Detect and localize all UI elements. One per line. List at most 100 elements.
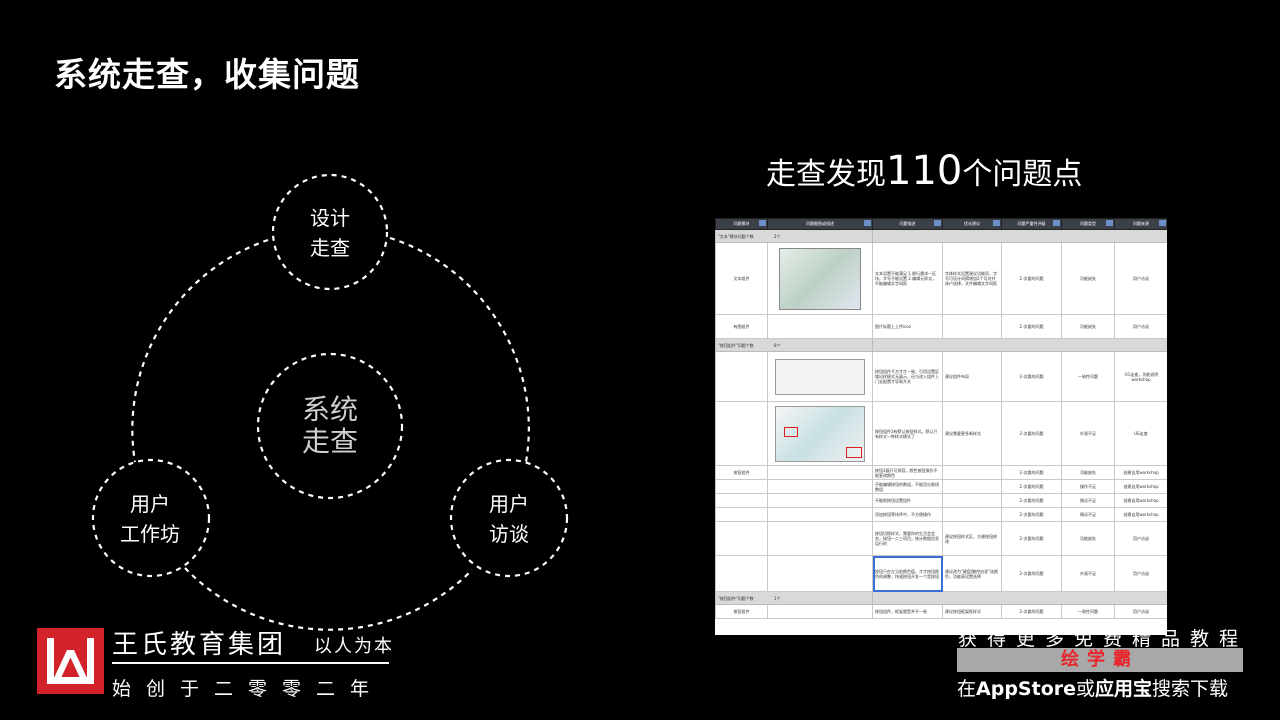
suggestion-cell[interactable]: 建议改为"键盘/触控启发"选颜色，功能表设置选择	[942, 555, 1002, 592]
description-cell[interactable]: 按钮只在左当前颜色值，才才按钮颜色的调整，快速按钮开发一个是按钮	[872, 555, 943, 592]
severity-cell[interactable]: 2-次要的问题	[1001, 465, 1062, 480]
screenshot-cell[interactable]	[767, 242, 873, 315]
screenshot-cell[interactable]	[767, 465, 873, 480]
column-header[interactable]: 问题来源	[1114, 218, 1167, 230]
column-header[interactable]: 问题类型	[1061, 218, 1115, 230]
description-cell[interactable]: 按钮组件，框架就是并不一致	[872, 604, 943, 619]
type-cell[interactable]: 功能缺失	[1061, 521, 1115, 556]
suggestion-cell[interactable]: 建议需要更多新样式	[942, 401, 1002, 466]
column-header[interactable]: 问题描述	[872, 218, 943, 230]
source-cell[interactable]: 用户访谈	[1114, 555, 1167, 592]
screenshot-cell[interactable]	[767, 604, 873, 619]
type-cell[interactable]: 外观不足	[1061, 555, 1115, 592]
column-header[interactable]: 问题模块	[715, 218, 768, 230]
severity-cell[interactable]: 2-次要的问题	[1001, 479, 1062, 494]
screenshot-cell[interactable]	[767, 493, 873, 508]
screenshot-cell[interactable]	[767, 314, 873, 339]
description-cell[interactable]: 按钮切换样式，需要你的生活会会务，按钮一二三项目，统计数据信息运行的	[872, 521, 943, 556]
suggestion-cell[interactable]: 建议按钮样式区，方便按钮修改	[942, 521, 1002, 556]
description-cell[interactable]: 按钮组件3有默认按钮样式，默认只有样式一种样式模式了	[872, 401, 943, 466]
type-cell[interactable]: 功能缺失	[1061, 314, 1115, 339]
source-cell[interactable]: 创建自用workshop	[1114, 493, 1167, 508]
screenshot-cell[interactable]	[767, 351, 873, 402]
module-cell[interactable]	[715, 555, 768, 592]
column-header[interactable]: 问题严重性评级	[1001, 218, 1062, 230]
module-cell[interactable]	[715, 521, 768, 556]
promo-app-banner[interactable]: 绘学霸	[957, 648, 1243, 672]
column-header[interactable]: 问题截图或描述	[767, 218, 873, 230]
module-cell[interactable]	[715, 351, 768, 402]
type-cell[interactable]: 功能缺失	[1061, 465, 1115, 480]
severity-cell[interactable]: 2-次要的问题	[1001, 314, 1062, 339]
table-row[interactable]: 文本组件 文本设置不能满足 1.换行需求一区块。字号不能设置 2.编辑元样式，不能…	[715, 242, 1167, 315]
type-cell[interactable]: 一致性问题	[1061, 604, 1115, 619]
description-cell[interactable]: 不能地按钮设置组件	[872, 493, 943, 508]
table-row[interactable]: 不能地按钮设置组件 2-次要的问题 情况不足 创建自用workshop	[715, 493, 1167, 508]
module-cell[interactable]	[715, 507, 768, 522]
severity-cell[interactable]: 2-次要的问题	[1001, 493, 1062, 508]
module-cell[interactable]: 文本组件	[715, 242, 768, 315]
filter-dropdown-icon[interactable]	[934, 220, 941, 226]
type-cell[interactable]: 一致性问题	[1061, 351, 1115, 402]
type-cell[interactable]: 功能缺失	[1061, 242, 1115, 315]
filter-dropdown-icon[interactable]	[1053, 220, 1060, 226]
suggestion-cell[interactable]	[942, 507, 1002, 522]
suggestion-cell[interactable]	[942, 314, 1002, 339]
suggestion-cell[interactable]	[942, 493, 1002, 508]
module-cell[interactable]	[715, 401, 768, 466]
suggestion-cell[interactable]: 字体样式设置建议功能项，字号可设计间隔增加2个可对并体户选择，文件编辑文字间距	[942, 242, 1002, 315]
description-cell[interactable]: 按钮3展开可排容，颜色按钮操作不能更改颜色	[872, 465, 943, 480]
suggestion-cell[interactable]	[942, 479, 1002, 494]
screenshot-thumbnail[interactable]	[779, 247, 861, 310]
table-row[interactable]: 按钮切换样式，需要你的生活会会务，按钮一二三项目，统计数据信息运行的 建议按钮样式…	[715, 521, 1167, 556]
severity-cell[interactable]: 2-次要的问题	[1001, 351, 1062, 402]
severity-cell[interactable]: 2-次要的问题	[1001, 521, 1062, 556]
screenshot-thumbnail[interactable]	[775, 405, 865, 462]
severity-cell[interactable]: 2-次要的问题	[1001, 507, 1062, 522]
table-row[interactable]: 按钮组件3有默认按钮样式，默认只有样式一种样式模式了 建议需要更多新样式 2-次要的…	[715, 401, 1167, 466]
filter-dropdown-icon[interactable]	[1106, 220, 1113, 226]
source-cell[interactable]: UE走查	[1114, 401, 1167, 466]
table-row[interactable]: 不能编辑按钮的数组，不能用分割线数组 2-次要的问题 操作不足 创建自用worksho…	[715, 479, 1167, 494]
description-cell[interactable]: 添加按钮等排序中，不方便操作	[872, 507, 943, 522]
suggestion-cell[interactable]: 建议按钮框架框样式	[942, 604, 1002, 619]
screenshot-cell[interactable]	[767, 479, 873, 494]
description-cell[interactable]: 图片标题上上传icon	[872, 314, 943, 339]
table-row[interactable]: 按钮组件不方才才一致，引用设置区域出样模式无展示，还与进入组件上门去配置才导致开…	[715, 351, 1167, 402]
module-cell[interactable]: 按钮组件	[715, 465, 768, 480]
module-cell[interactable]	[715, 493, 768, 508]
severity-cell[interactable]: 2-次要的问题	[1001, 401, 1062, 466]
filter-dropdown-icon[interactable]	[759, 220, 766, 226]
suggestion-cell[interactable]: 建议组件布局	[942, 351, 1002, 402]
filter-dropdown-icon[interactable]	[1159, 220, 1166, 226]
source-cell[interactable]: 创建自用workshop	[1114, 479, 1167, 494]
source-cell[interactable]: 创建自用workshop	[1114, 507, 1167, 522]
suggestion-cell[interactable]	[942, 465, 1002, 480]
type-cell[interactable]: 外观不足	[1061, 401, 1115, 466]
module-cell[interactable]	[715, 479, 768, 494]
severity-cell[interactable]: 2-次要的问题	[1001, 242, 1062, 315]
severity-cell[interactable]: 2-次要的问题	[1001, 604, 1062, 619]
table-row[interactable]: 有图组件 图片标题上上传icon 2-次要的问题 功能缺失 用户访谈	[715, 314, 1167, 339]
type-cell[interactable]: 情况不足	[1061, 493, 1115, 508]
filter-dropdown-icon[interactable]	[993, 220, 1000, 226]
source-cell[interactable]: 创建自用workshop	[1114, 465, 1167, 480]
type-cell[interactable]: 情况不足	[1061, 507, 1115, 522]
description-cell[interactable]: 不能编辑按钮的数组，不能用分割线数组	[872, 479, 943, 494]
screenshot-thumbnail[interactable]	[775, 358, 865, 395]
source-cell[interactable]: 用户访谈	[1114, 314, 1167, 339]
source-cell[interactable]: 用户访谈	[1114, 242, 1167, 315]
source-cell[interactable]: -01走查，功能说明 workshop	[1114, 351, 1167, 402]
filter-dropdown-icon[interactable]	[864, 220, 871, 226]
type-cell[interactable]: 操作不足	[1061, 479, 1115, 494]
table-row[interactable]: 按钮组件 按钮3展开可排容，颜色按钮操作不能更改颜色 2-次要的问题 功能缺失 创建自用…	[715, 465, 1167, 480]
screenshot-cell[interactable]	[767, 521, 873, 556]
screenshot-cell[interactable]	[767, 555, 873, 592]
screenshot-cell[interactable]	[767, 401, 873, 466]
source-cell[interactable]: 用户访谈	[1114, 604, 1167, 619]
severity-cell[interactable]: 2-次要的问题	[1001, 555, 1062, 592]
table-row[interactable]: 按钮组件 按钮组件，框架就是并不一致 建议按钮框架框样式 2-次要的问题 一致性问题 用户…	[715, 604, 1167, 619]
screenshot-cell[interactable]	[767, 507, 873, 522]
description-cell[interactable]: 文本设置不能满足 1.换行需求一区块。字号不能设置 2.编辑元样式，不能编辑文字…	[872, 242, 943, 315]
source-cell[interactable]: 用户访谈	[1114, 521, 1167, 556]
